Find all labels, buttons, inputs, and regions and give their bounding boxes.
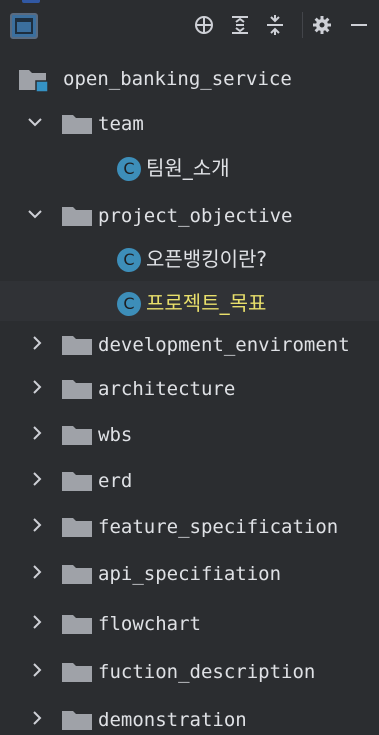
tree-folder-development-enviroment[interactable]: development_enviroment <box>0 323 379 363</box>
tree-item-label: 팀원_소개 <box>146 156 230 180</box>
tree-item-label: 오픈뱅킹이란? <box>146 247 268 271</box>
chevron-right-icon[interactable] <box>29 335 45 351</box>
tree-folder-flowchart[interactable]: flowchart <box>0 602 379 642</box>
chevron-right-icon[interactable] <box>29 710 45 726</box>
tree-item-label: erd <box>98 470 133 492</box>
tree-item-label: project_objective <box>98 205 293 227</box>
tree-folder-project-objective[interactable]: project_objective <box>0 194 379 234</box>
tree-item-label: 프로젝트_목표 <box>146 291 267 315</box>
tree-item-label: fuction_description <box>98 661 316 683</box>
locate-icon[interactable] <box>193 14 215 36</box>
hide-icon[interactable] <box>348 14 370 36</box>
folder-icon <box>62 565 92 584</box>
tree-folder-team[interactable]: team <box>0 102 379 142</box>
folder-icon <box>62 663 92 682</box>
tree-item-label: flowchart <box>98 613 201 635</box>
tree-class-item[interactable]: C 오픈뱅킹이란? <box>0 237 379 277</box>
tree-item-label: api_specifiation <box>98 563 282 585</box>
chevron-down-icon[interactable] <box>27 206 43 222</box>
tree-folder-api-specifiation[interactable]: api_specifiation <box>0 552 379 592</box>
tree-item-label: feature_specification <box>98 516 339 538</box>
tree-folder-demonstration[interactable]: demonstration <box>0 698 379 735</box>
chevron-right-icon[interactable] <box>29 471 45 487</box>
class-icon: C <box>117 292 141 316</box>
folder-icon <box>62 615 92 634</box>
class-icon: C <box>117 157 141 181</box>
folder-icon <box>62 207 92 226</box>
chevron-right-icon[interactable] <box>29 425 45 441</box>
tree-root-row[interactable]: open_banking_service <box>0 57 379 97</box>
tree-folder-erd[interactable]: erd <box>0 459 379 499</box>
chevron-right-icon[interactable] <box>29 379 45 395</box>
toolbar-accent <box>22 0 40 3</box>
module-icon <box>19 70 49 93</box>
folder-icon <box>62 115 92 134</box>
chevron-right-icon[interactable] <box>29 614 45 630</box>
folder-icon <box>62 518 92 537</box>
folder-icon <box>62 472 92 491</box>
collapse-all-icon[interactable] <box>264 14 286 36</box>
tree-class-item-selected[interactable]: C 프로젝트_목표 <box>0 281 379 321</box>
tree-item-label: wbs <box>98 424 133 446</box>
project-toolbar <box>0 0 379 52</box>
tree-folder-wbs[interactable]: wbs <box>0 413 379 453</box>
tree-item-label: architecture <box>98 378 236 400</box>
chevron-down-icon[interactable] <box>27 114 43 130</box>
tree-root-label: open_banking_service <box>63 68 292 90</box>
chevron-right-icon[interactable] <box>29 662 45 678</box>
tree-item-label: demonstration <box>98 709 247 731</box>
folder-icon <box>62 380 92 399</box>
chevron-right-icon[interactable] <box>29 517 45 533</box>
chevron-right-icon[interactable] <box>29 564 45 580</box>
expand-all-icon[interactable] <box>229 14 251 36</box>
folder-icon <box>62 426 92 445</box>
tree-class-item[interactable]: C 팀원_소개 <box>0 146 379 186</box>
tree-folder-feature-specification[interactable]: feature_specification <box>0 505 379 545</box>
class-icon: C <box>117 248 141 272</box>
toolbar-separator <box>302 12 303 38</box>
settings-icon[interactable] <box>311 14 333 36</box>
folder-icon <box>62 336 92 355</box>
tree-folder-architecture[interactable]: architecture <box>0 367 379 407</box>
tree-item-label: team <box>98 113 144 135</box>
tree-item-label: development_enviroment <box>98 334 350 356</box>
folder-icon <box>62 711 92 730</box>
project-view-toggle-button[interactable] <box>10 13 38 39</box>
tree-folder-fuction-description[interactable]: fuction_description <box>0 650 379 690</box>
